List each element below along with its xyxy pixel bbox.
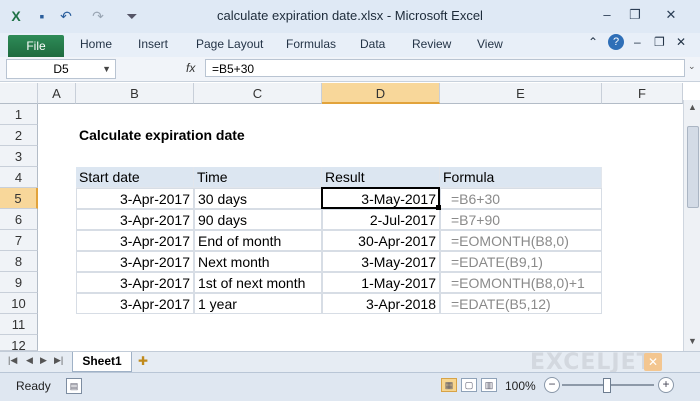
row-header-6[interactable]: 6 [0, 209, 38, 230]
cell-result[interactable]: 1-May-2017 [322, 272, 440, 293]
fill-handle[interactable] [436, 205, 441, 210]
header-result[interactable]: Result [322, 167, 440, 188]
tab-data[interactable]: Data [360, 37, 385, 51]
tab-file[interactable]: File [8, 35, 64, 57]
cell-time[interactable]: 1 year [194, 293, 322, 314]
chevron-down-icon[interactable]: ▼ [102, 60, 111, 78]
page-break-view-button[interactable]: ▥ [481, 378, 497, 392]
expand-formula-bar-icon[interactable]: ⌄ [688, 61, 696, 72]
zoom-in-button[interactable]: + [658, 377, 674, 393]
cell-start-date[interactable]: 3-Apr-2017 [76, 209, 194, 230]
cell-formula[interactable]: =EDATE(B9,1) [440, 251, 602, 272]
column-header-f[interactable]: F [602, 83, 683, 104]
cell-result[interactable]: 3-May-2017 [322, 251, 440, 272]
cell-formula[interactable]: =EOMONTH(B8,0)+1 [440, 272, 602, 293]
row-header-12[interactable]: 12 [0, 335, 38, 353]
restore-button[interactable]: ❐ [624, 6, 646, 24]
cell-start-date[interactable]: 3-Apr-2017 [76, 251, 194, 272]
header-start-date[interactable]: Start date [76, 167, 194, 188]
sheet-title[interactable]: Calculate expiration date [76, 125, 322, 146]
first-sheet-icon[interactable]: |◀ [8, 355, 17, 366]
status-ready: Ready [16, 379, 51, 393]
row-header-10[interactable]: 10 [0, 293, 38, 314]
cell-formula[interactable]: =EOMONTH(B8,0) [440, 230, 602, 251]
sheet-tabs-bar: |◀ ◀ ▶ ▶| Sheet1 ✚ EXCELJET ✕ [0, 350, 700, 375]
row-header-9[interactable]: 9 [0, 272, 38, 293]
tab-page-layout[interactable]: Page Layout [196, 37, 263, 51]
ribbon-tabs: File Home Insert Page Layout Formulas Da… [0, 33, 700, 58]
cell-start-date[interactable]: 3-Apr-2017 [76, 293, 194, 314]
column-header-c[interactable]: C [194, 83, 322, 104]
vertical-scroll-thumb[interactable] [687, 126, 699, 208]
workbook-close-icon[interactable]: ✕ [676, 35, 686, 49]
title-bar: X ▪ ↶ ↷ ⏷ calculate expiration date.xlsx… [0, 0, 700, 34]
tab-insert[interactable]: Insert [138, 37, 168, 51]
scroll-up-icon[interactable]: ▲ [688, 102, 697, 112]
cell-result[interactable]: 3-Apr-2018 [322, 293, 440, 314]
help-icon[interactable]: ? [608, 34, 624, 50]
cell-time[interactable]: 30 days [194, 188, 322, 209]
cell-formula[interactable]: =B7+90 [440, 209, 602, 230]
insert-sheet-icon[interactable]: ✚ [138, 354, 148, 368]
tab-view[interactable]: View [477, 37, 503, 51]
formula-bar: D5 ▼ fx =B5+30 ⌄ [0, 57, 700, 82]
name-box[interactable]: D5 ▼ [6, 59, 116, 79]
sheet-tab-sheet1[interactable]: Sheet1 [72, 352, 132, 372]
cell-time[interactable]: 1st of next month [194, 272, 322, 293]
header-formula[interactable]: Formula [440, 167, 602, 188]
close-button[interactable]: ✕ [660, 6, 682, 24]
exceljet-logo-icon: ✕ [644, 353, 662, 371]
cell-formula[interactable]: =EDATE(B5,12) [440, 293, 602, 314]
cell-time[interactable]: Next month [194, 251, 322, 272]
normal-view-button[interactable]: ▦ [441, 378, 457, 392]
name-box-value: D5 [53, 62, 69, 76]
insert-function-icon[interactable]: fx [186, 61, 195, 75]
tab-formulas[interactable]: Formulas [286, 37, 336, 51]
minimize-button[interactable]: – [596, 6, 618, 24]
workbook-restore-icon[interactable]: ❐ [654, 35, 665, 49]
tab-home[interactable]: Home [80, 37, 112, 51]
row-header-1[interactable]: 1 [0, 104, 38, 125]
minimize-ribbon-icon[interactable]: ⌃ [588, 35, 598, 49]
cell-result[interactable]: 2-Jul-2017 [322, 209, 440, 230]
scroll-down-icon[interactable]: ▼ [688, 336, 697, 346]
vertical-scrollbar[interactable]: ▲ ▼ [683, 100, 700, 351]
cell-formula[interactable]: =B6+30 [440, 188, 602, 209]
cell-start-date[interactable]: 3-Apr-2017 [76, 230, 194, 251]
tab-review[interactable]: Review [412, 37, 451, 51]
active-cell-selection[interactable] [321, 187, 440, 209]
worksheet-grid: A B C D E F 1 2 3 4 5 6 7 8 9 10 11 12 C… [0, 83, 700, 353]
page-layout-view-button[interactable]: ▢ [461, 378, 477, 392]
column-header-b[interactable]: B [76, 83, 194, 104]
last-sheet-icon[interactable]: ▶| [54, 355, 63, 366]
column-header-e[interactable]: E [440, 83, 602, 104]
select-all-corner[interactable] [0, 83, 38, 104]
window-title: calculate expiration date.xlsx - Microso… [217, 8, 483, 23]
row-header-11[interactable]: 11 [0, 314, 38, 335]
column-header-a[interactable]: A [38, 83, 76, 104]
row-header-4[interactable]: 4 [0, 167, 38, 188]
cell-result[interactable]: 30-Apr-2017 [322, 230, 440, 251]
zoom-slider-thumb[interactable] [603, 378, 611, 393]
zoom-out-button[interactable]: − [544, 377, 560, 393]
row-header-5[interactable]: 5 [0, 188, 38, 209]
status-bar: Ready ▤ ▦ ▢ ▥ 100% − + [0, 372, 700, 401]
formula-input[interactable]: =B5+30 [205, 59, 685, 77]
cell-time[interactable]: 90 days [194, 209, 322, 230]
macro-record-icon[interactable]: ▤ [66, 378, 82, 394]
row-header-7[interactable]: 7 [0, 230, 38, 251]
prev-sheet-icon[interactable]: ◀ [26, 355, 33, 366]
cell-start-date[interactable]: 3-Apr-2017 [76, 188, 194, 209]
workbook-minimize-icon[interactable]: – [634, 35, 641, 49]
row-header-3[interactable]: 3 [0, 146, 38, 167]
cell-start-date[interactable]: 3-Apr-2017 [76, 272, 194, 293]
header-time[interactable]: Time [194, 167, 322, 188]
zoom-level[interactable]: 100% [505, 379, 536, 393]
row-header-8[interactable]: 8 [0, 251, 38, 272]
row-header-2[interactable]: 2 [0, 125, 38, 146]
cell-time[interactable]: End of month [194, 230, 322, 251]
column-header-d[interactable]: D [322, 83, 440, 104]
next-sheet-icon[interactable]: ▶ [40, 355, 47, 366]
